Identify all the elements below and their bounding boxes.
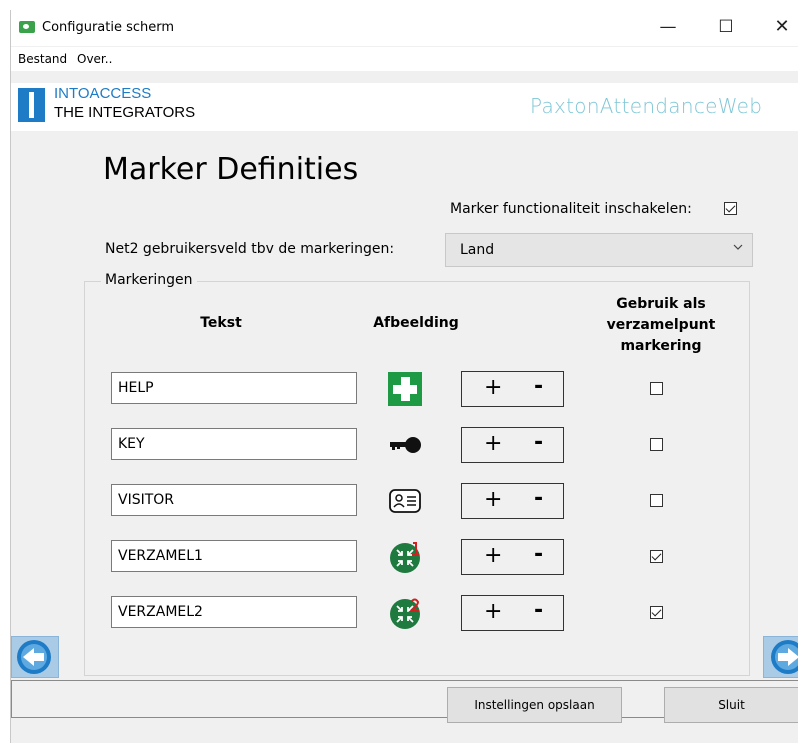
plus-button[interactable]: + [484, 487, 502, 512]
header-gebruik-line1: Gebruik als [616, 296, 706, 312]
previous-page-button[interactable] [11, 636, 59, 678]
plus-minus-control: + - [461, 483, 564, 519]
minimize-button[interactable]: — [645, 10, 691, 46]
assembly-point-1-icon [388, 540, 422, 574]
marker-text-input[interactable]: KEY [111, 428, 357, 460]
column-header-tekst: Tekst [200, 315, 242, 331]
plus-minus-control: + - [461, 539, 564, 575]
key-icon [388, 428, 422, 462]
minus-button[interactable]: - [534, 486, 543, 511]
minus-button[interactable]: - [534, 430, 543, 455]
close-window-button[interactable]: ✕ [759, 10, 798, 46]
marker-row: VERZAMEL1 + - [11, 539, 798, 580]
verzamelpunt-checkbox[interactable] [650, 438, 663, 451]
brand-header: INTOACCESS THE INTEGRATORS PaxtonAttenda… [11, 83, 798, 131]
menu-bestand[interactable]: Bestand [18, 52, 67, 66]
menu-bar: Bestand Over.. [11, 47, 798, 71]
intoaccess-logo [18, 88, 45, 122]
plus-minus-control: + - [461, 371, 564, 407]
plus-minus-control: + - [461, 595, 564, 631]
product-name: PaxtonAttendanceWeb [530, 94, 763, 118]
chevron-down-icon [732, 241, 744, 256]
title-bar: Configuratie scherm — ☐ ✕ [11, 10, 798, 46]
menu-over[interactable]: Over.. [77, 52, 112, 66]
page-title: Marker Definities [103, 152, 359, 187]
verzamelpunt-checkbox[interactable] [650, 606, 663, 619]
logo-line2: THE INTEGRATORS [54, 104, 196, 121]
first-aid-cross-icon [388, 372, 422, 406]
plus-button[interactable]: + [484, 431, 502, 456]
plus-button[interactable]: + [484, 599, 502, 624]
minus-button[interactable]: - [534, 598, 543, 623]
header-gebruik-line3: markering [620, 338, 702, 354]
app-icon [19, 21, 35, 33]
save-settings-button[interactable]: Instellingen opslaan [447, 687, 622, 723]
marker-row: KEY + - [11, 427, 798, 468]
verzamelpunt-checkbox[interactable] [650, 494, 663, 507]
net2-field-value: Land [460, 242, 495, 258]
marker-text-input[interactable]: VISITOR [111, 484, 357, 516]
minus-button[interactable]: - [534, 542, 543, 567]
header-gebruik-line2: verzamelpunt [606, 317, 716, 333]
window-title: Configuratie scherm [42, 20, 175, 35]
enable-marker-label: Marker functionaliteit inschakelen: [450, 201, 692, 217]
markeringen-legend: Markeringen [101, 272, 197, 288]
plus-button[interactable]: + [484, 375, 502, 400]
marker-row: HELP + - [11, 371, 798, 412]
arrow-right-icon [771, 640, 798, 674]
minus-button[interactable]: - [534, 374, 543, 399]
logo-line1: INTOACCESS [54, 85, 152, 102]
verzamelpunt-checkbox[interactable] [650, 550, 663, 563]
column-header-afbeelding: Afbeelding [373, 315, 459, 331]
column-header-gebruik: Gebruik als verzamelpunt markering [591, 294, 731, 357]
assembly-point-2-icon [388, 596, 422, 630]
plus-button[interactable]: + [484, 543, 502, 568]
enable-marker-checkbox[interactable] [724, 202, 737, 215]
visitor-badge-icon [388, 484, 422, 518]
arrow-left-icon [17, 640, 51, 674]
next-page-button[interactable] [763, 636, 798, 678]
close-button[interactable]: Sluit [664, 687, 798, 723]
marker-row: VISITOR + - [11, 483, 798, 524]
marker-text-input[interactable]: HELP [111, 372, 357, 404]
maximize-button[interactable]: ☐ [703, 10, 749, 46]
verzamelpunt-checkbox[interactable] [650, 382, 663, 395]
marker-text-input[interactable]: VERZAMEL2 [111, 596, 357, 628]
marker-row: VERZAMEL2 + - [11, 595, 798, 636]
net2-field-label: Net2 gebruikersveld tbv de markeringen: [105, 241, 395, 257]
marker-text-input[interactable]: VERZAMEL1 [111, 540, 357, 572]
net2-field-select[interactable]: Land [445, 233, 753, 267]
plus-minus-control: + - [461, 427, 564, 463]
app-window: Configuratie scherm — ☐ ✕ Bestand Over..… [10, 10, 798, 743]
